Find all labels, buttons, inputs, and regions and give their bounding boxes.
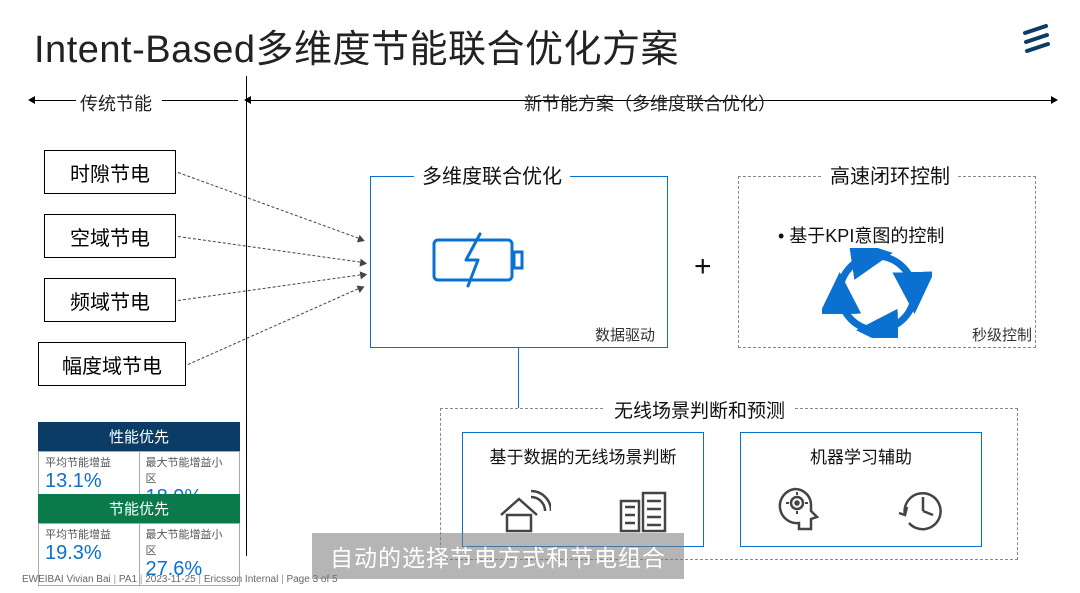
connector-arrow bbox=[178, 236, 360, 263]
vertical-connector bbox=[518, 348, 519, 408]
metric-value: 13.1% bbox=[45, 470, 133, 493]
footer-item: Ericsson Internal bbox=[204, 574, 287, 585]
metric-key: 平均节能增益 bbox=[45, 454, 133, 470]
clock-back-icon bbox=[893, 483, 949, 540]
slide-footer: EWEIBAI Vivian Bai PA1 2023-11-25 Ericss… bbox=[22, 574, 338, 585]
divider bbox=[162, 100, 238, 101]
optimization-footer: 数据驱动 bbox=[595, 324, 655, 345]
plus-symbol: + bbox=[694, 250, 712, 284]
section-header: 传统节能 新节能方案（多维度联合优化） bbox=[34, 88, 1052, 112]
section-right-label: 新节能方案（多维度联合优化） bbox=[524, 90, 776, 116]
metric-key: 最大节能增益小区 bbox=[146, 526, 234, 558]
legacy-item: 频域节电 bbox=[44, 278, 176, 322]
scenario-left-label: 基于数据的无线场景判断 bbox=[463, 443, 703, 468]
metric-key: 平均节能增益 bbox=[45, 526, 133, 542]
scenario-group-title: 无线场景判断和预测 bbox=[604, 396, 795, 423]
scenario-right-label: 机器学习辅助 bbox=[741, 443, 981, 468]
arrow-left-icon bbox=[34, 100, 76, 101]
closed-loop-footer: 秒级控制 bbox=[972, 324, 1032, 345]
scenario-right-box: 机器学习辅助 bbox=[740, 432, 982, 547]
connector-arrow bbox=[178, 172, 359, 239]
vertical-divider bbox=[246, 76, 247, 556]
closed-loop-bullet: • 基于KPI意图的控制 bbox=[778, 222, 944, 248]
metrics-saving: 节能优先 平均节能增益 19.3% 最大节能增益小区 27.6% bbox=[38, 494, 240, 586]
cycle-arrows-icon bbox=[822, 248, 932, 343]
scenario-left-box: 基于数据的无线场景判断 bbox=[462, 432, 704, 547]
ai-head-gear-icon bbox=[773, 483, 829, 540]
footer-item: 2023-11-25 bbox=[145, 574, 204, 585]
metric-key: 最大节能增益小区 bbox=[146, 454, 234, 486]
connector-arrow bbox=[188, 288, 358, 365]
section-left-label: 传统节能 bbox=[80, 90, 152, 116]
footer-item: EWEIBAI Vivian Bai bbox=[22, 574, 119, 585]
footer-item: PA1 bbox=[119, 574, 145, 585]
battery-bolt-icon bbox=[432, 232, 524, 293]
ericsson-logo bbox=[1022, 24, 1052, 59]
closed-loop-title: 高速闭环控制 bbox=[822, 160, 958, 189]
connector-arrow bbox=[178, 274, 360, 301]
slide-title: Intent-Based多维度节能联合优化方案 bbox=[34, 18, 679, 73]
legacy-item: 空域节电 bbox=[44, 214, 176, 258]
metrics-header: 性能优先 bbox=[38, 422, 240, 451]
video-caption-overlay: 自动的选择节电方式和节电组合 bbox=[312, 533, 684, 579]
metric-value: 19.3% bbox=[45, 542, 133, 565]
metrics-header: 节能优先 bbox=[38, 494, 240, 523]
legacy-item: 时隙节电 bbox=[44, 150, 176, 194]
legacy-item: 幅度域节电 bbox=[38, 342, 186, 386]
optimization-title: 多维度联合优化 bbox=[414, 160, 570, 189]
